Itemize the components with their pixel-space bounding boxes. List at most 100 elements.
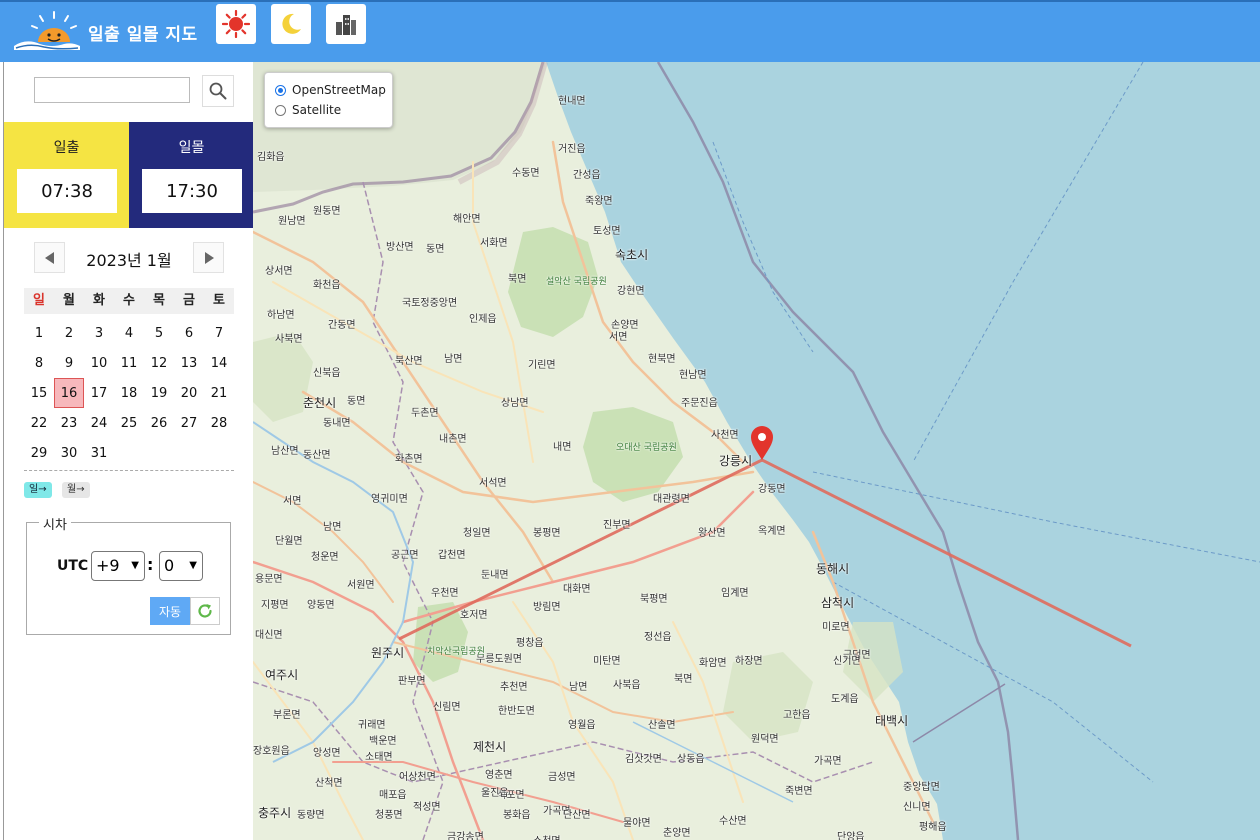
layer-option-osm[interactable]: OpenStreetMap	[275, 83, 386, 97]
map-place-label: 현북면	[648, 354, 676, 365]
sunrise-label: 일출	[53, 140, 80, 156]
prev-month-button[interactable]	[34, 242, 65, 273]
calendar-day-selected[interactable]: 16	[54, 378, 84, 408]
calendar-day[interactable]: 28	[204, 408, 234, 438]
map-place-label: 정선읍	[644, 632, 672, 643]
map-place-label: 화천읍	[313, 280, 341, 291]
map-place-label: 평창읍	[516, 638, 544, 649]
weekday-label: 화	[93, 293, 105, 308]
calendar-day[interactable]: 25	[114, 408, 144, 438]
map-place-label: 현내면	[558, 96, 586, 107]
map-place-label: 강동면	[758, 484, 786, 495]
sunset-time: 17:30	[142, 169, 242, 213]
map-place-label: 백운면	[369, 736, 397, 747]
calendar-day[interactable]: 3	[84, 318, 114, 348]
map-place-label: 단월면	[275, 536, 303, 547]
calendar-day[interactable]: 17	[84, 378, 114, 408]
calendar-day[interactable]: 27	[174, 408, 204, 438]
utc-hour-select[interactable]: +9 ▼	[91, 551, 145, 581]
refresh-button[interactable]	[190, 597, 220, 625]
next-day-button[interactable]: 일→	[24, 482, 52, 498]
sun-button[interactable]	[216, 4, 256, 44]
map-place-label: 한반도면	[498, 706, 535, 717]
map-place-label: 소천면	[533, 832, 561, 840]
next-month-button[interactable]	[193, 242, 224, 273]
map-place-label: 산척면	[315, 778, 343, 789]
radio-unchecked-icon[interactable]	[275, 104, 286, 116]
calendar-day[interactable]: 12	[144, 348, 174, 378]
map-place-label: 부론면	[273, 710, 301, 721]
map-place-label: 김삿갓면	[625, 754, 662, 765]
calendar-day[interactable]: 9	[54, 348, 84, 378]
calendar-day[interactable]: 2	[54, 318, 84, 348]
map-place-label: 서면	[609, 332, 628, 343]
map-place-label: 충주시	[258, 806, 292, 820]
map-place-label: 여주시	[265, 668, 299, 682]
calendar-day[interactable]: 19	[144, 378, 174, 408]
map-place-label: 해안면	[453, 214, 481, 225]
map-place-label: 산솔면	[648, 720, 676, 731]
next-month-small-button[interactable]: 월→	[62, 482, 90, 498]
calendar-day[interactable]: 1	[24, 318, 54, 348]
weekday-label: 일	[33, 293, 45, 308]
calendar-day[interactable]: 21	[204, 378, 234, 408]
map-place-label: 왕산면	[698, 528, 726, 539]
time-colon: :	[147, 555, 154, 574]
map-place-label: 사천면	[711, 430, 739, 441]
sunrise-panel: 일출 07:38	[4, 122, 129, 228]
calendar-day[interactable]: 29	[24, 438, 54, 468]
map-place-label: 북산면	[395, 356, 423, 367]
map-place-label: 단산면	[563, 810, 591, 821]
calendar-day[interactable]: 30	[54, 438, 84, 468]
map-place-label: 강현면	[617, 286, 645, 297]
map-place-label: 동해시	[816, 562, 850, 576]
sun-icon	[222, 10, 250, 38]
app-header: 일출 일몰 지도	[0, 0, 1260, 62]
calendar-day[interactable]: 24	[84, 408, 114, 438]
calendar-day[interactable]: 5	[144, 318, 174, 348]
timezone-legend: 시차	[39, 514, 71, 533]
map-place-label: 청일면	[463, 528, 491, 539]
map-place-label: 원주시	[371, 646, 405, 660]
utc-minute-select[interactable]: 0 ▼	[159, 551, 203, 581]
buildings-button[interactable]	[326, 4, 366, 44]
calendar-day[interactable]: 15	[24, 378, 54, 408]
map-place-label: 지평면	[261, 600, 289, 611]
calendar-day[interactable]: 22	[24, 408, 54, 438]
map-place-label: 양동면	[307, 600, 335, 611]
calendar-day[interactable]: 8	[24, 348, 54, 378]
map-place-label: 원남면	[278, 216, 306, 227]
calendar-day[interactable]: 11	[114, 348, 144, 378]
search-button[interactable]	[202, 75, 234, 107]
map-place-label: 화촌면	[395, 454, 423, 465]
map-place-label: 남산면	[271, 446, 299, 457]
auto-button[interactable]: 자동	[150, 597, 190, 625]
sunrise-time: 07:38	[17, 169, 117, 213]
map-place-label: 신니면	[903, 802, 931, 813]
map-place-label: 오대산 국립공원	[616, 443, 677, 453]
map-place-label: 동량면	[297, 810, 325, 821]
map-place-label: 간동면	[328, 320, 356, 331]
calendar-day[interactable]: 13	[174, 348, 204, 378]
calendar-day[interactable]: 6	[174, 318, 204, 348]
sunrise-logo-icon[interactable]	[12, 10, 82, 54]
weekday-label: 목	[153, 293, 165, 308]
layer-option-satellite[interactable]: Satellite	[275, 103, 341, 117]
calendar-day[interactable]: 23	[54, 408, 84, 438]
calendar-day[interactable]: 26	[144, 408, 174, 438]
app-title: 일출 일몰 지도	[88, 25, 198, 45]
radio-checked-icon[interactable]	[275, 84, 286, 96]
map-place-label: 청운면	[311, 552, 339, 563]
map-place-label: 도계읍	[831, 694, 859, 705]
map-place-label: 서화면	[480, 238, 508, 249]
moon-button[interactable]	[271, 4, 311, 44]
calendar-day[interactable]: 4	[114, 318, 144, 348]
calendar-day[interactable]: 31	[84, 438, 114, 468]
calendar-day[interactable]: 20	[174, 378, 204, 408]
calendar-day[interactable]: 14	[204, 348, 234, 378]
calendar-day[interactable]: 7	[204, 318, 234, 348]
calendar-day[interactable]: 10	[84, 348, 114, 378]
calendar-day[interactable]: 18	[114, 378, 144, 408]
map[interactable]: 현내면 거진읍 김화읍 수동면 간성읍 죽왕면 해안면 원남면 원동면 토성면 방산면 동면 서화면 속초…	[253, 62, 1260, 840]
search-input[interactable]	[34, 77, 190, 103]
